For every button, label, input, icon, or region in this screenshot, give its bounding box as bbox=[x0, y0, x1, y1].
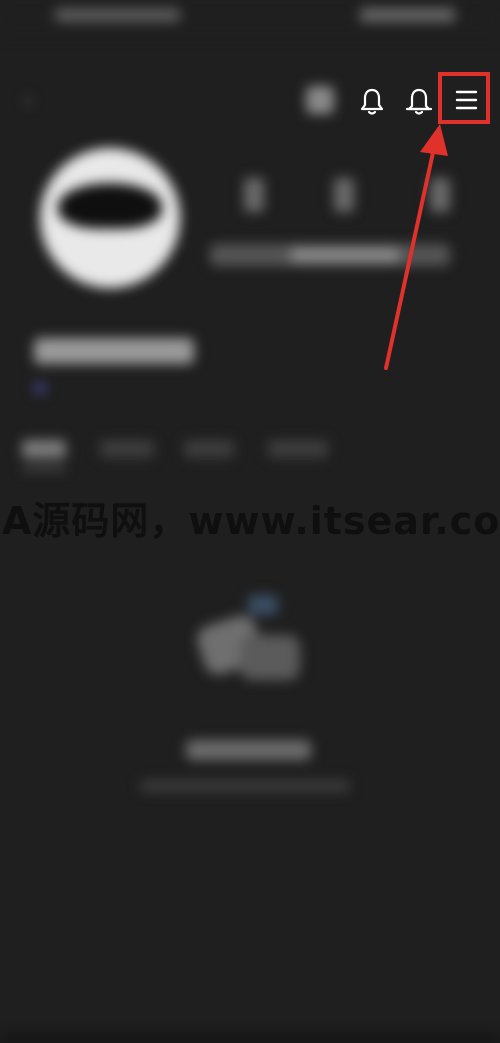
active-tab-indicator bbox=[22, 466, 66, 470]
tab-placeholder[interactable] bbox=[100, 440, 154, 458]
notification-bell-icon[interactable] bbox=[402, 84, 436, 118]
back-arrow-icon[interactable]: ‹ bbox=[24, 86, 46, 112]
scan-icon[interactable] bbox=[306, 86, 334, 114]
watermark-text: A源码网，www.itsear.co bbox=[2, 499, 500, 543]
status-indicators-placeholder bbox=[360, 8, 455, 22]
empty-state-illustration bbox=[190, 590, 310, 690]
menu-icon[interactable] bbox=[448, 82, 484, 118]
status-time-placeholder bbox=[55, 8, 180, 22]
notification-bell-icon[interactable] bbox=[355, 84, 389, 118]
username-placeholder bbox=[34, 338, 194, 364]
tab-placeholder[interactable] bbox=[184, 440, 234, 458]
verified-badge-icon bbox=[34, 382, 46, 394]
avatar-graphic bbox=[58, 183, 162, 229]
tab-placeholder-active[interactable] bbox=[22, 440, 66, 458]
stat-count-placeholder[interactable] bbox=[334, 178, 354, 212]
status-bar bbox=[0, 0, 500, 36]
profile-page: ‹ A源码网，www.itsear.co bbox=[0, 0, 500, 1043]
empty-state-title-placeholder bbox=[186, 740, 311, 760]
empty-state-subtitle-placeholder bbox=[140, 780, 350, 792]
avatar[interactable] bbox=[40, 148, 180, 288]
pointer-arrow bbox=[384, 124, 448, 370]
tab-placeholder[interactable] bbox=[268, 440, 328, 458]
stat-count-placeholder[interactable] bbox=[244, 178, 264, 212]
bottom-edge bbox=[0, 1036, 500, 1043]
